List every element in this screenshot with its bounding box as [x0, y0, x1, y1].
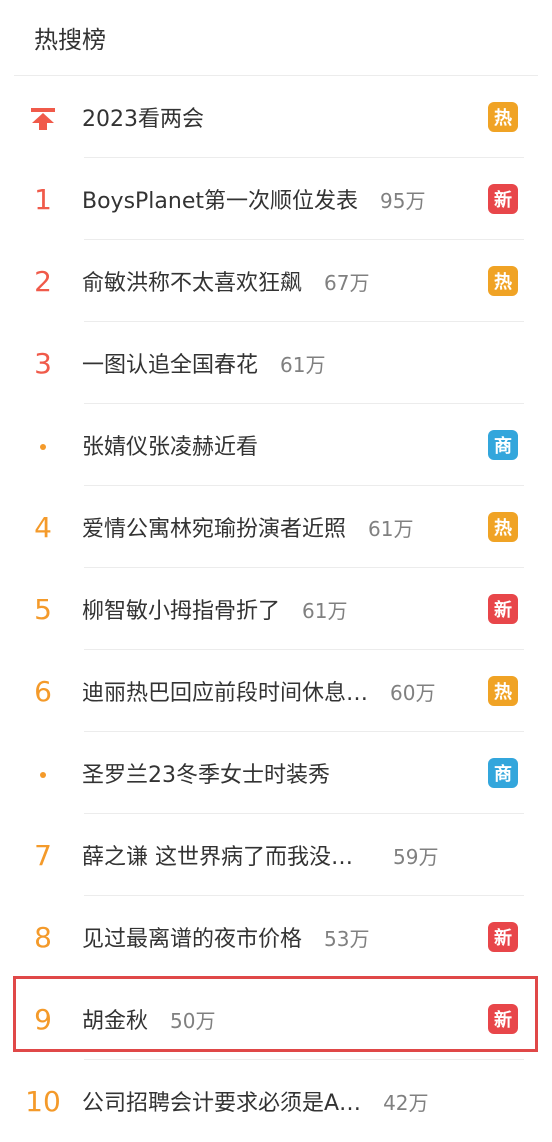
- item-count: 42万: [383, 1090, 429, 1115]
- list-item[interactable]: 2023看两会 热: [14, 76, 538, 158]
- item-count: 60万: [390, 680, 436, 705]
- item-rank: 2: [34, 264, 52, 298]
- new-badge: 新: [488, 594, 518, 624]
- hot-badge: 热: [488, 676, 518, 706]
- hot-badge: 热: [488, 102, 518, 132]
- item-title: 薛之谦 这世界病了而我没…: [82, 845, 353, 870]
- new-badge: 新: [488, 922, 518, 952]
- panel-title: 热搜榜: [34, 26, 106, 54]
- list-item[interactable]: 9 胡金秋 50万 新: [14, 978, 538, 1060]
- item-rank: 4: [34, 510, 52, 544]
- item-rank: 5: [34, 592, 52, 626]
- item-rank: 7: [34, 838, 52, 872]
- item-rank: 10: [25, 1084, 61, 1118]
- list-item[interactable]: 6 迪丽热巴回应前段时间休息… 60万 热: [14, 650, 538, 732]
- item-title: 张婧仪张凌赫近看: [82, 435, 259, 460]
- pin-up-arrow-icon: [14, 101, 72, 134]
- item-title: 爱情公寓林宛瑜扮演者近照: [82, 517, 347, 542]
- item-title: BoysPlanet第一次顺位发表: [82, 189, 358, 214]
- item-title: 柳智敏小拇指骨折了: [82, 599, 281, 624]
- list-item[interactable]: 8 见过最离谱的夜市价格 53万 新: [14, 896, 538, 978]
- item-title: 见过最离谱的夜市价格: [82, 927, 303, 952]
- hot-search-panel: 热搜榜 2023看两会 热 1 BoysPlanet第一次顺位发表 95万 新 …: [13, 0, 538, 1134]
- item-count: 67万: [324, 270, 370, 295]
- item-rank: 6: [34, 674, 52, 708]
- item-rank: 9: [34, 1002, 52, 1036]
- list-item[interactable]: 2 俞敏洪称不太喜欢狂飙 67万 热: [14, 240, 538, 322]
- panel-header: 热搜榜: [14, 0, 538, 76]
- list-item[interactable]: 7 薛之谦 这世界病了而我没… 59万: [14, 814, 538, 896]
- dot-icon: [40, 771, 46, 778]
- item-title: 2023看两会: [82, 107, 204, 132]
- list-item[interactable]: 5 柳智敏小拇指骨折了 61万 新: [14, 568, 538, 650]
- item-title: 胡金秋: [82, 1009, 149, 1034]
- new-badge: 新: [488, 1004, 518, 1034]
- dot-icon: [40, 443, 46, 450]
- item-rank: 1: [34, 182, 52, 216]
- item-rank: [14, 429, 72, 462]
- item-title: 圣罗兰23冬季女士时装秀: [82, 763, 330, 788]
- item-count: 59万: [393, 844, 439, 869]
- item-count: 61万: [368, 516, 414, 541]
- item-count: 53万: [324, 926, 370, 951]
- item-count: 50万: [170, 1008, 216, 1033]
- item-rank: 3: [34, 346, 52, 380]
- commercial-badge: 商: [488, 430, 518, 460]
- list-item-ad[interactable]: 张婧仪张凌赫近看 商: [14, 404, 538, 486]
- item-title: 一图认追全国春花: [82, 353, 259, 378]
- list-item-ad[interactable]: 圣罗兰23冬季女士时装秀 商: [14, 732, 538, 814]
- item-rank: [14, 757, 72, 790]
- item-count: 61万: [302, 598, 348, 623]
- list-item[interactable]: 4 爱情公寓林宛瑜扮演者近照 61万 热: [14, 486, 538, 568]
- list-item[interactable]: 1 BoysPlanet第一次顺位发表 95万 新: [14, 158, 538, 240]
- commercial-badge: 商: [488, 758, 518, 788]
- item-title: 迪丽热巴回应前段时间休息…: [82, 681, 369, 706]
- item-title: 公司招聘会计要求必须是A…: [82, 1091, 362, 1116]
- list-item[interactable]: 3 一图认追全国春花 61万: [14, 322, 538, 404]
- item-title: 俞敏洪称不太喜欢狂飙: [82, 271, 303, 296]
- item-rank: 8: [34, 920, 52, 954]
- hot-badge: 热: [488, 512, 518, 542]
- item-count: 61万: [280, 352, 326, 377]
- new-badge: 新: [488, 184, 518, 214]
- list-item[interactable]: 10 公司招聘会计要求必须是A… 42万: [14, 1060, 538, 1142]
- hot-search-list: 2023看两会 热 1 BoysPlanet第一次顺位发表 95万 新 2 俞敏…: [14, 76, 538, 1142]
- hot-badge: 热: [488, 266, 518, 296]
- item-count: 95万: [380, 188, 426, 213]
